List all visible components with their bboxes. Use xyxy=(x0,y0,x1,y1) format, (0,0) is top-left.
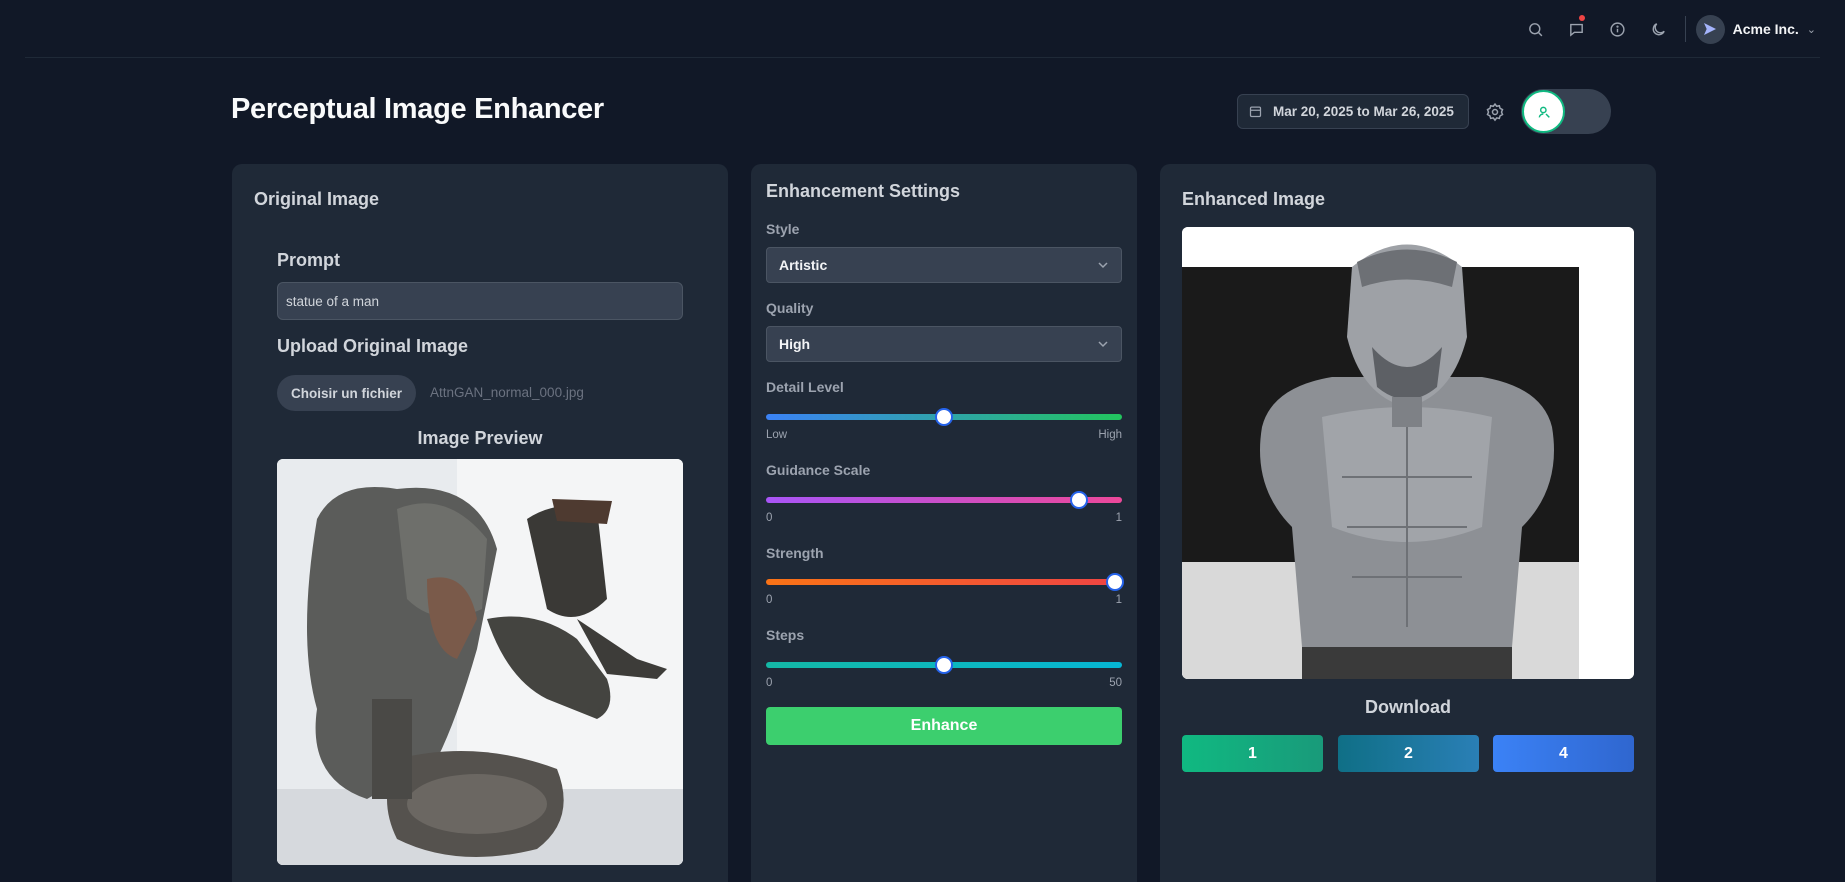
chevron-down-icon xyxy=(1098,262,1108,269)
notification-dot xyxy=(1578,15,1585,21)
enhanced-image-card: Enhanced Image Download 1 2 4 xyxy=(1160,164,1656,882)
detail-level-label: Detail Level xyxy=(766,379,844,395)
steps-min-label: 0 xyxy=(766,677,773,689)
quality-value: High xyxy=(779,336,811,352)
detail-min-label: Low xyxy=(766,429,788,441)
slider-thumb[interactable] xyxy=(935,656,953,674)
calendar-icon xyxy=(1249,106,1262,118)
topbar-divider xyxy=(1684,16,1686,42)
chat-notification-icon[interactable] xyxy=(1556,13,1597,45)
org-switcher[interactable]: Acme Inc. ⌄ xyxy=(1695,14,1820,44)
quality-select[interactable]: High xyxy=(766,326,1122,362)
download-label: Download xyxy=(1365,697,1451,717)
guidance-scale-label: Guidance Scale xyxy=(766,462,871,478)
upload-label: Upload Original Image xyxy=(277,336,469,356)
gear-icon[interactable] xyxy=(1481,98,1509,126)
detail-level-slider[interactable] xyxy=(766,407,1122,427)
original-image-title: Original Image xyxy=(254,189,380,209)
steps-max-label: 50 xyxy=(1109,677,1122,689)
user-search-icon xyxy=(1538,106,1550,118)
slider-thumb[interactable] xyxy=(935,408,953,426)
strength-max-label: 1 xyxy=(1115,594,1122,606)
chevron-down-icon xyxy=(1098,341,1108,348)
steps-label: Steps xyxy=(766,627,805,643)
choose-file-button[interactable]: Choisir un fichier xyxy=(277,375,416,411)
original-image-preview xyxy=(277,459,683,865)
style-select[interactable]: Artistic xyxy=(766,247,1122,283)
settings-title: Enhancement Settings xyxy=(766,181,961,201)
enhanced-image-title: Enhanced Image xyxy=(1182,189,1326,209)
strength-slider[interactable] xyxy=(766,572,1124,592)
guidance-min-label: 0 xyxy=(766,512,773,524)
send-icon xyxy=(1704,23,1717,35)
top-bar: Acme Inc. ⌄ xyxy=(25,0,1820,58)
search-icon[interactable] xyxy=(1515,13,1556,45)
guidance-max-label: 1 xyxy=(1115,512,1122,524)
style-value: Artistic xyxy=(779,257,828,273)
image-preview-label: Image Preview xyxy=(417,428,543,448)
info-icon[interactable] xyxy=(1597,13,1638,45)
slider-thumb[interactable] xyxy=(1105,573,1124,591)
enhancement-settings-card: Enhancement Settings Style Artistic Qual… xyxy=(751,164,1137,882)
guidance-scale-slider[interactable] xyxy=(766,490,1122,510)
strength-label: Strength xyxy=(766,545,824,561)
enhance-button[interactable]: Enhance xyxy=(766,707,1122,745)
original-image-card: Original Image Prompt Upload Original Im… xyxy=(232,164,728,882)
download-4x-button[interactable]: 4 xyxy=(1493,735,1634,772)
org-name: Acme Inc. xyxy=(1732,21,1799,37)
strength-min-label: 0 xyxy=(766,594,773,606)
file-name: AttnGAN_normal_000.jpg xyxy=(430,385,584,400)
quality-label: Quality xyxy=(766,300,814,316)
page-title: Perceptual Image Enhancer xyxy=(231,93,604,125)
toggle-knob xyxy=(1522,90,1565,133)
date-range-picker[interactable]: Mar 20, 2025 to Mar 26, 2025 xyxy=(1237,94,1469,129)
steps-slider[interactable] xyxy=(766,655,1122,675)
slider-thumb[interactable] xyxy=(1070,491,1089,509)
download-1x-button[interactable]: 1 xyxy=(1182,735,1323,772)
enhanced-image-result xyxy=(1182,227,1634,679)
mode-toggle[interactable] xyxy=(1521,89,1611,134)
date-range-text: Mar 20, 2025 to Mar 26, 2025 xyxy=(1273,104,1454,119)
chevron-down-icon: ⌄ xyxy=(1806,23,1816,36)
topbar-actions: Acme Inc. ⌄ xyxy=(1515,13,1820,45)
detail-max-label: High xyxy=(1098,429,1122,441)
org-avatar xyxy=(1695,14,1725,44)
style-label: Style xyxy=(766,221,800,237)
moon-icon[interactable] xyxy=(1638,13,1679,45)
prompt-input[interactable] xyxy=(277,282,683,320)
download-2x-button[interactable]: 2 xyxy=(1338,735,1479,772)
prompt-label: Prompt xyxy=(277,250,340,270)
